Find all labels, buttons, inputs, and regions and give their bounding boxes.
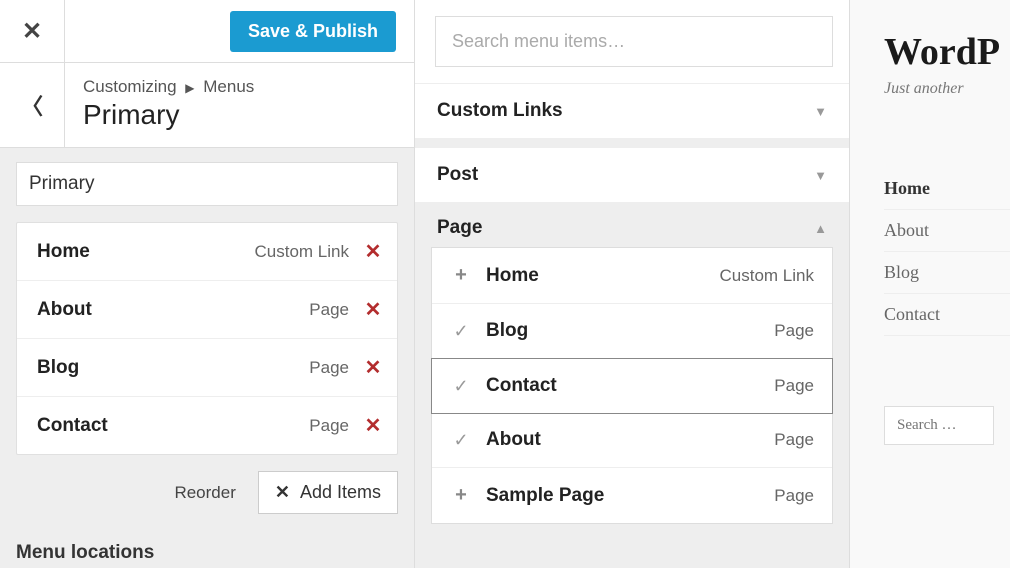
menu-actions: Reorder ✕ Add Items bbox=[0, 455, 414, 514]
top-bar: ✕ Save & Publish bbox=[0, 0, 414, 62]
close-icon: ✕ bbox=[22, 17, 42, 46]
site-tagline: Just another bbox=[884, 80, 1010, 98]
page-title: Primary bbox=[83, 99, 396, 131]
site-title: WordP bbox=[884, 30, 1010, 74]
menu-locations-heading: Menu locations bbox=[0, 514, 414, 564]
check-icon: ✓ bbox=[450, 321, 472, 342]
page-item-label: Home bbox=[486, 265, 720, 287]
accordion-post[interactable]: Post ▼ bbox=[415, 147, 849, 203]
page-item-label: Contact bbox=[486, 375, 774, 397]
back-button[interactable]: 〈 bbox=[0, 63, 65, 147]
plus-icon: + bbox=[450, 484, 472, 507]
check-icon: ✓ bbox=[450, 430, 472, 451]
page-item-label: Blog bbox=[486, 320, 774, 342]
page-item-type: Page bbox=[774, 430, 814, 450]
nav-item[interactable]: Blog bbox=[884, 252, 1010, 294]
breadcrumb: Customizing ▶ Menus Primary bbox=[65, 63, 414, 147]
breadcrumb-section: Menus bbox=[203, 77, 254, 96]
menu-item-row[interactable]: About Page ✕ bbox=[17, 281, 397, 339]
nav-item[interactable]: Contact bbox=[884, 294, 1010, 336]
check-icon: ✓ bbox=[450, 376, 472, 397]
menu-item-row[interactable]: Home Custom Link ✕ bbox=[17, 223, 397, 281]
preview-nav: Home About Blog Contact bbox=[884, 168, 1010, 336]
save-area: Save & Publish bbox=[65, 0, 414, 62]
add-items-panel: Custom Links ▼ Post ▼ Page ▲ + Home Cust… bbox=[415, 0, 850, 568]
remove-item-icon[interactable]: ✕ bbox=[363, 413, 383, 438]
menu-item-label: About bbox=[37, 299, 309, 321]
accordion-custom-links[interactable]: Custom Links ▼ bbox=[415, 83, 849, 139]
nav-item[interactable]: Home bbox=[884, 168, 1010, 210]
close-button[interactable]: ✕ bbox=[0, 0, 65, 62]
menu-item-type: Custom Link bbox=[255, 242, 349, 262]
remove-item-icon[interactable]: ✕ bbox=[363, 239, 383, 264]
site-preview: WordP Just another Home About Blog Conta… bbox=[850, 0, 1010, 568]
page-item-type: Page bbox=[774, 376, 814, 396]
page-item-label: Sample Page bbox=[486, 485, 774, 507]
plus-icon: + bbox=[450, 264, 472, 287]
chevron-up-icon: ▲ bbox=[814, 221, 827, 236]
menu-item-row[interactable]: Blog Page ✕ bbox=[17, 339, 397, 397]
menu-name-input[interactable] bbox=[16, 162, 398, 206]
breadcrumb-root: Customizing bbox=[83, 77, 177, 96]
menu-item-type: Page bbox=[309, 358, 349, 378]
nav-item[interactable]: About bbox=[884, 210, 1010, 252]
customizer-panel: ✕ Save & Publish 〈 Customizing ▶ Menus P… bbox=[0, 0, 415, 568]
accordion-page[interactable]: Page ▲ bbox=[415, 203, 849, 247]
chevron-down-icon: ▼ bbox=[814, 168, 827, 183]
page-item-row[interactable]: + Home Custom Link bbox=[432, 248, 832, 304]
accordion: Custom Links ▼ Post ▼ Page ▲ + Home Cust… bbox=[415, 83, 849, 540]
menu-item-label: Blog bbox=[37, 357, 309, 379]
menu-item-label: Contact bbox=[37, 415, 309, 437]
chevron-down-icon: ▼ bbox=[814, 104, 827, 119]
add-items-button[interactable]: ✕ Add Items bbox=[258, 471, 398, 514]
close-icon: ✕ bbox=[275, 482, 290, 503]
menu-item-row[interactable]: Contact Page ✕ bbox=[17, 397, 397, 454]
page-item-row[interactable]: ✓ Blog Page bbox=[432, 304, 832, 359]
page-item-row[interactable]: ✓ About Page bbox=[432, 413, 832, 468]
page-item-label: About bbox=[486, 429, 774, 451]
search-container bbox=[415, 0, 849, 83]
panel-header: 〈 Customizing ▶ Menus Primary bbox=[0, 62, 414, 148]
menu-item-type: Page bbox=[309, 416, 349, 436]
accordion-title: Page bbox=[437, 217, 482, 239]
reorder-button[interactable]: Reorder bbox=[174, 483, 235, 503]
page-item-type: Custom Link bbox=[720, 266, 814, 286]
search-input[interactable] bbox=[435, 16, 833, 67]
page-item-row[interactable]: ✓ Contact Page bbox=[431, 358, 833, 414]
page-item-type: Page bbox=[774, 486, 814, 506]
remove-item-icon[interactable]: ✕ bbox=[363, 355, 383, 380]
page-item-type: Page bbox=[774, 321, 814, 341]
remove-item-icon[interactable]: ✕ bbox=[363, 297, 383, 322]
page-items-container: + Home Custom Link ✓ Blog Page ✓ Contact… bbox=[415, 247, 849, 540]
save-publish-button[interactable]: Save & Publish bbox=[230, 11, 396, 52]
caret-right-icon: ▶ bbox=[185, 81, 194, 95]
menu-items-list: Home Custom Link ✕ About Page ✕ Blog Pag… bbox=[16, 222, 398, 455]
accordion-title: Custom Links bbox=[437, 100, 563, 122]
menu-item-label: Home bbox=[37, 241, 255, 263]
add-items-label: Add Items bbox=[300, 482, 381, 503]
page-item-row[interactable]: + Sample Page Page bbox=[432, 468, 832, 523]
preview-search-input[interactable] bbox=[884, 406, 994, 445]
chevron-left-icon: 〈 bbox=[21, 89, 43, 121]
accordion-title: Post bbox=[437, 164, 478, 186]
menu-item-type: Page bbox=[309, 300, 349, 320]
